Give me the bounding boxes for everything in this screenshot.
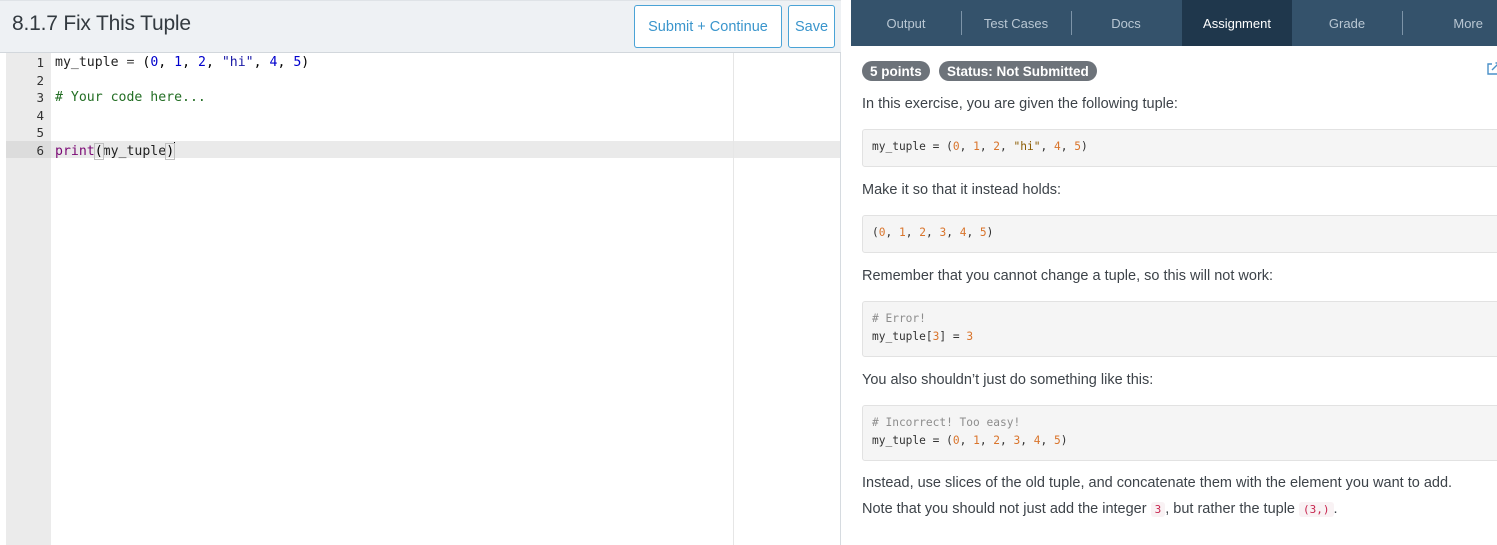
token-comma: , <box>253 55 270 70</box>
code-number: 4 <box>1053 140 1061 153</box>
note-text: , but rather the tuple <box>1165 501 1300 517</box>
token-comma: , <box>182 55 198 70</box>
token-paren-matched: ) <box>165 143 176 160</box>
code-block-incorrect-example: # Incorrect! Too easy! my_tuple = (0, 1,… <box>862 405 1497 461</box>
code-number: 3 <box>966 330 974 343</box>
code-text: , <box>979 140 994 153</box>
code-text: ] = <box>939 330 967 343</box>
code-text: , <box>885 226 899 239</box>
code-text: my_tuple[ <box>872 330 933 343</box>
code-text: ( <box>872 226 879 239</box>
code-text: , <box>1020 434 1034 447</box>
print-margin-line <box>733 53 734 545</box>
code-text: ) <box>1060 434 1068 447</box>
code-text: , <box>1040 434 1054 447</box>
code-text: ) <box>1080 140 1088 153</box>
code-text: , <box>1040 140 1054 153</box>
instruction-paragraph-note: Note that you should not just add the in… <box>862 501 1338 517</box>
line-number: 4 <box>36 108 44 123</box>
token-comma: , <box>277 55 294 70</box>
note-text: . <box>1333 501 1338 517</box>
instruction-paragraph: You also shouldn’t just do something lik… <box>862 372 1154 388</box>
submit-continue-button[interactable]: Submit + Continue <box>634 5 782 48</box>
code-number: 0 <box>952 140 960 153</box>
token-comma: , <box>158 55 175 70</box>
tab-docs[interactable]: Docs <box>1071 0 1181 46</box>
token-comma: , <box>205 55 222 70</box>
code-text: , <box>959 434 974 447</box>
code-number: 1 <box>898 226 906 239</box>
instruction-paragraph: In this exercise, you are given the foll… <box>862 96 1178 112</box>
status-badge: Status: Not Submitted <box>939 61 1097 81</box>
code-line-1[interactable]: my_tuple = (0, 1, 2, "hi", 4, 5) <box>55 54 309 71</box>
code-string: "hi" <box>1013 140 1041 153</box>
token-number: 2 <box>198 55 206 70</box>
editor-header: 8.1.7 Fix This Tuple Submit + Continue S… <box>0 0 841 53</box>
code-comment: # Incorrect! Too easy! <box>872 416 1021 429</box>
code-text: my_tuple = ( <box>872 434 953 447</box>
edit-external-icon[interactable] <box>1486 62 1497 76</box>
token-variable: my_tuple <box>55 55 119 70</box>
token-operator: = <box>118 55 143 70</box>
code-number: 1 <box>973 140 980 153</box>
code-number: 5 <box>1054 434 1061 447</box>
tab-output[interactable]: Output <box>851 0 961 46</box>
code-editor[interactable]: my_tuple = (0, 1, 2, "hi", 4, 5) # Your … <box>51 53 840 545</box>
token-paren: ) <box>301 55 310 70</box>
token-function: print <box>55 144 95 159</box>
code-text: , <box>966 226 980 239</box>
save-button[interactable]: Save <box>788 5 835 48</box>
tab-test-cases[interactable]: Test Cases <box>961 0 1071 46</box>
code-text: , <box>1000 434 1014 447</box>
inline-code: (3,) <box>1299 502 1334 517</box>
code-number: 4 <box>1033 434 1041 447</box>
code-text: , <box>1000 140 1014 153</box>
code-text: ) <box>986 226 994 239</box>
code-comment: # Error! <box>872 312 926 325</box>
points-badge: 5 points <box>862 61 930 81</box>
token-variable: my_tuple <box>102 144 167 159</box>
code-text: , <box>979 434 994 447</box>
line-number-gutter: 1 2 3 4 5 6 <box>6 53 51 545</box>
instruction-paragraph: Make it so that it instead holds: <box>862 182 1062 198</box>
code-text: , <box>959 140 974 153</box>
instruction-paragraph: Instead, use slices of the old tuple, an… <box>862 475 1453 491</box>
code-number: 5 <box>1074 140 1081 153</box>
code-number: 2 <box>919 226 926 239</box>
token-paren-matched: ( <box>93 143 104 160</box>
code-block-error-example: # Error! my_tuple[3] = 3 <box>862 301 1497 357</box>
line-number: 6 <box>36 143 44 158</box>
code-text: , <box>946 226 960 239</box>
exercise-title: 8.1.7 Fix This Tuple <box>12 12 191 35</box>
note-text: Note that you should not just add the in… <box>862 501 1151 517</box>
code-text: my_tuple = ( <box>872 140 953 153</box>
tab-assignment[interactable]: Assignment <box>1182 0 1292 46</box>
text-cursor <box>174 142 176 157</box>
line-number: 3 <box>36 90 44 105</box>
instruction-paragraph: Remember that you cannot change a tuple,… <box>862 268 1274 284</box>
code-number: 0 <box>878 226 886 239</box>
token-number: 1 <box>174 55 183 70</box>
code-number: 0 <box>952 434 960 447</box>
tab-grade[interactable]: Grade <box>1292 0 1402 46</box>
panel-tab-bar: Output Test Cases Docs Assignment Grade … <box>851 0 1497 46</box>
editor-pane: 8.1.7 Fix This Tuple Submit + Continue S… <box>0 0 841 545</box>
code-block-target-tuple: (0, 1, 2, 3, 4, 5) <box>862 215 1497 253</box>
inline-code: 3 <box>1150 502 1166 517</box>
code-number: 1 <box>973 434 980 447</box>
code-line-3[interactable]: # Your code here... <box>55 89 206 106</box>
code-block-given-tuple: my_tuple = (0, 1, 2, "hi", 4, 5) <box>862 129 1497 167</box>
side-panel: Output Test Cases Docs Assignment Grade … <box>851 0 1497 545</box>
token-string: "hi" <box>221 55 254 70</box>
code-text: , <box>1060 140 1075 153</box>
tab-more[interactable]: More <box>1402 0 1497 46</box>
code-text: , <box>905 226 920 239</box>
code-number: 5 <box>979 226 987 239</box>
code-text: , <box>925 226 940 239</box>
code-line-6[interactable]: print(my_tuple) <box>55 142 176 160</box>
line-number: 2 <box>36 73 44 88</box>
line-number: 5 <box>36 125 44 140</box>
line-number: 1 <box>36 55 44 70</box>
